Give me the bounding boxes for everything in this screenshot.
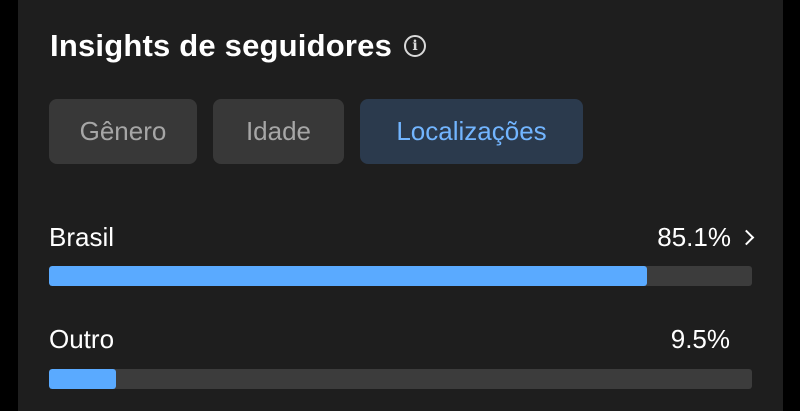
location-row-outro: Outro 9.5%	[49, 324, 752, 394]
location-value: 85.1%	[657, 222, 731, 252]
tab-locations[interactable]: Localizações	[360, 99, 583, 164]
info-icon[interactable]: i	[404, 35, 427, 57]
chevron-right-icon[interactable]	[738, 229, 755, 246]
card-header: Insights de seguidores i	[50, 28, 427, 64]
progress-track	[49, 266, 752, 286]
insights-tabs: Gênero Idade Localizações	[49, 99, 583, 164]
location-value-wrapper: 85.1%	[657, 222, 755, 253]
progress-fill	[49, 266, 648, 286]
location-label: Brasil	[49, 222, 115, 252]
location-value: 9.5%	[670, 324, 730, 354]
location-label: Outro	[49, 324, 115, 354]
location-row-brasil[interactable]: Brasil 85.1%	[49, 222, 755, 292]
progress-track	[49, 369, 752, 389]
follower-insights-card: Insights de seguidores i Gênero Idade Lo…	[18, 0, 783, 411]
card-title: Insights de seguidores	[50, 28, 393, 63]
tab-gender[interactable]: Gênero	[49, 99, 197, 164]
tab-age[interactable]: Idade	[213, 99, 344, 164]
progress-fill	[49, 369, 116, 389]
